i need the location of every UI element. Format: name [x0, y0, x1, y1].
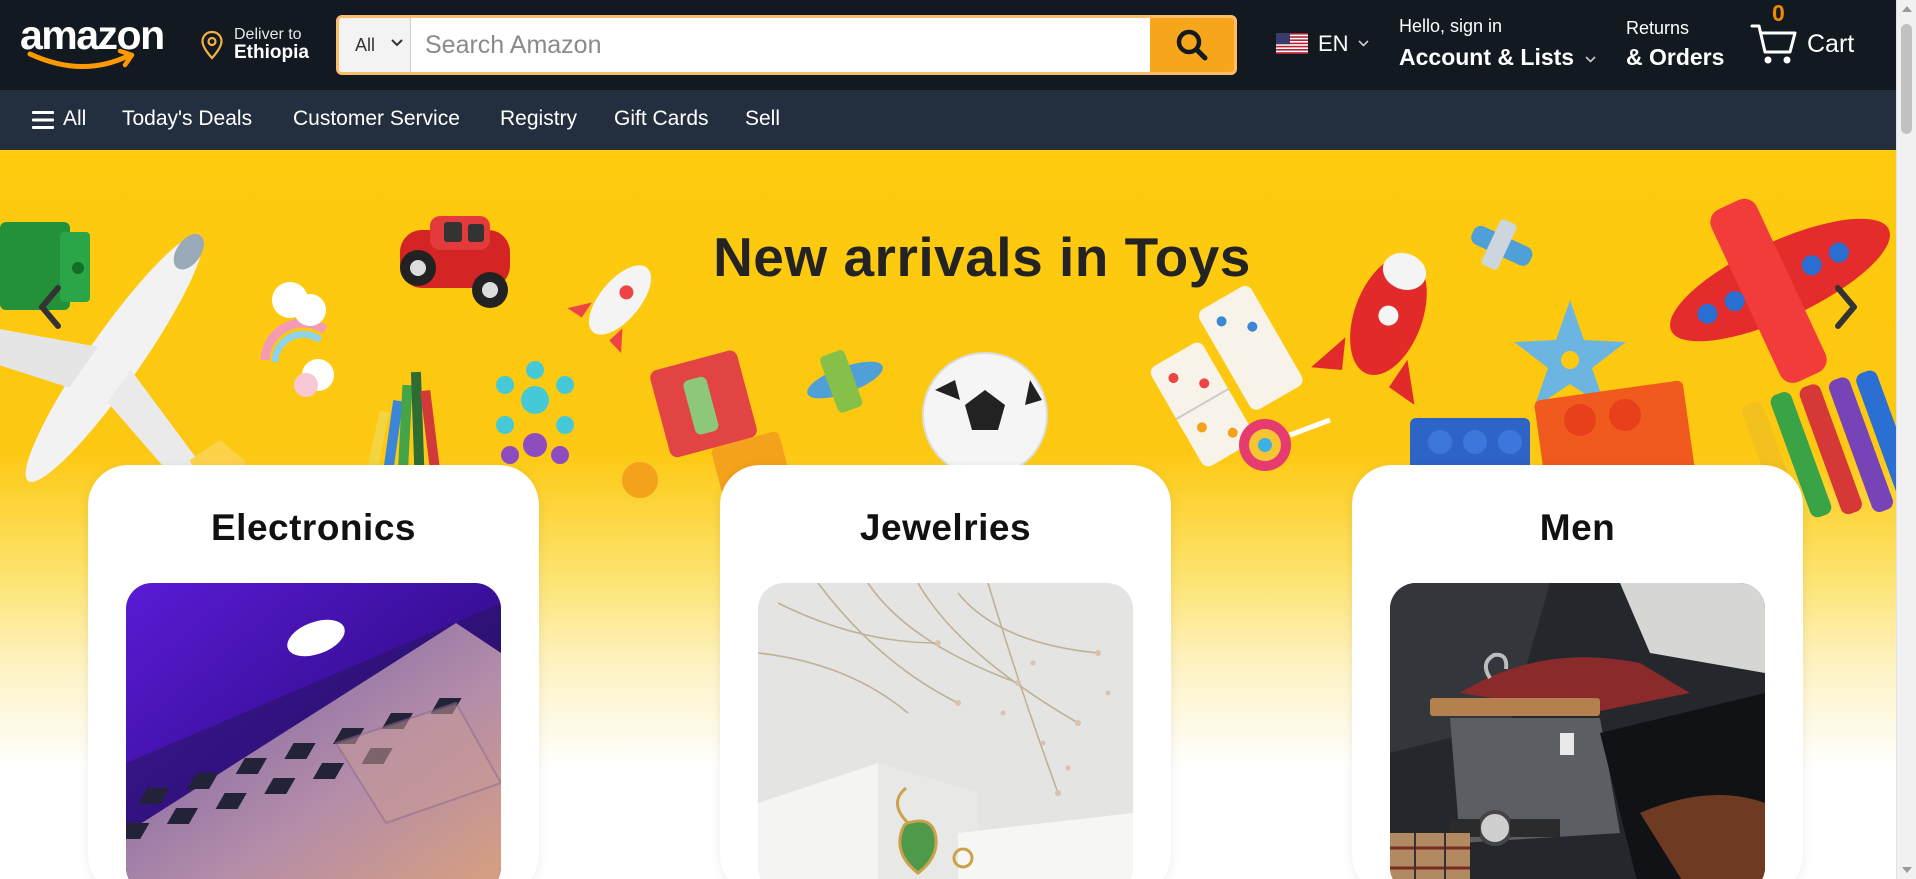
orders-label: & Orders: [1626, 44, 1725, 70]
carousel-prev-arrow-icon[interactable]: [34, 282, 64, 332]
returns-and-orders[interactable]: Returns & Orders: [1626, 16, 1736, 76]
sub-navigation: All Today's Deals Customer Service Regis…: [0, 90, 1896, 150]
location-pin-icon: [201, 30, 223, 60]
top-header: amazon Deliver to Ethiopia All Search Am…: [0, 0, 1896, 90]
us-flag-icon: [1276, 33, 1308, 54]
cart-label: Cart: [1807, 30, 1855, 58]
jewelry-image[interactable]: [758, 583, 1133, 879]
toy-lollipop: [1239, 417, 1331, 471]
chevron-down-icon: [1585, 56, 1596, 63]
search-bar: All: [336, 15, 1237, 75]
hero-title: New arrivals in Toys: [713, 226, 1251, 288]
logo-smile-icon: [27, 48, 135, 69]
carousel-next-arrow-icon[interactable]: [1832, 282, 1862, 332]
deliver-location: Ethiopia: [234, 42, 309, 63]
nav-customer-service[interactable]: Customer Service: [293, 107, 460, 131]
toy-plane-blue: [807, 350, 883, 413]
category-title: Electronics: [211, 507, 416, 548]
nav-sell[interactable]: Sell: [745, 107, 780, 131]
account-and-lists[interactable]: Hello, sign in Account & Lists: [1399, 16, 1599, 76]
cart-button[interactable]: 0 Cart: [1750, 0, 1870, 88]
category-card-jewelries[interactable]: Jewelries: [720, 465, 1171, 879]
category-title: Men: [1539, 507, 1616, 548]
search-category-label: All: [355, 35, 376, 55]
nav-registry[interactable]: Registry: [500, 107, 577, 131]
toy-soccer-ball: [922, 352, 1048, 478]
account-label: Account & Lists: [1399, 44, 1575, 70]
search-input[interactable]: [411, 18, 1156, 72]
chevron-down-icon: [1358, 40, 1369, 47]
nav-all-menu[interactable]: All: [63, 107, 86, 131]
mens-clothing-image[interactable]: [1390, 583, 1765, 879]
hamburger-menu-icon[interactable]: [32, 110, 54, 130]
scrollbar-thumb[interactable]: [1901, 24, 1912, 134]
scroll-down-arrow-icon[interactable]: [1902, 867, 1912, 873]
toy-bead: [622, 462, 658, 498]
amazon-logo[interactable]: amazon: [20, 12, 180, 69]
category-card-men[interactable]: Men: [1352, 465, 1803, 879]
search-category-dropdown[interactable]: All: [339, 18, 411, 72]
toy-molecule: [496, 361, 574, 464]
cart-count: 0: [1772, 0, 1785, 26]
account-greeting: Hello, sign in: [1399, 16, 1503, 36]
chevron-down-icon: [391, 39, 403, 47]
laptop-image[interactable]: [126, 583, 501, 879]
plaid-scarf: [1390, 833, 1470, 879]
returns-label: Returns: [1626, 18, 1690, 38]
toy-rainbow: [260, 282, 334, 397]
page-scrollbar[interactable]: [1896, 0, 1916, 879]
scroll-up-arrow-icon[interactable]: [1902, 6, 1912, 12]
search-button[interactable]: [1150, 18, 1234, 72]
category-title: Jewelries: [859, 507, 1032, 548]
category-card-electronics[interactable]: Electronics: [88, 465, 539, 879]
nav-gift-cards[interactable]: Gift Cards: [614, 107, 709, 131]
search-icon: [1176, 29, 1208, 61]
nav-todays-deals[interactable]: Today's Deals: [122, 107, 252, 131]
cart-icon: [1750, 24, 1797, 64]
language-label: EN: [1318, 31, 1349, 56]
